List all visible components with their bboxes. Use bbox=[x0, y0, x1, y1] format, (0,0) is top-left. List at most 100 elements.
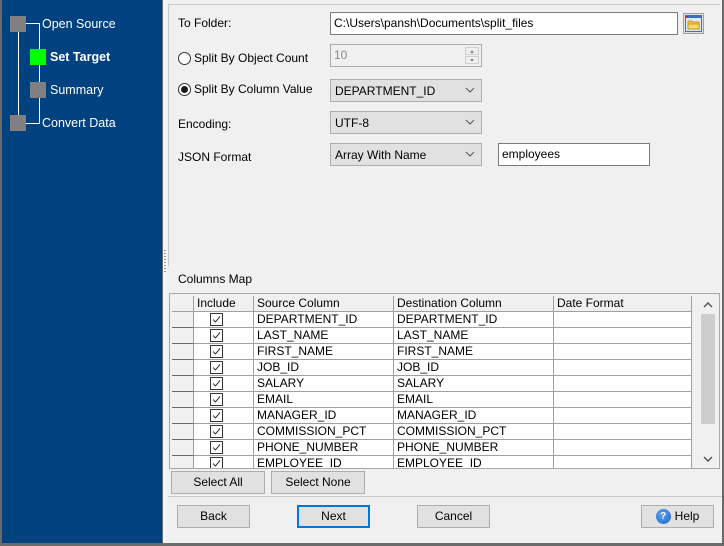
header-date-format[interactable]: Date Format bbox=[554, 296, 692, 312]
source-cell[interactable]: SALARY bbox=[254, 376, 394, 392]
date-format-cell[interactable] bbox=[554, 440, 692, 456]
include-checkbox[interactable] bbox=[210, 345, 223, 358]
destination-cell[interactable]: PHONE_NUMBER bbox=[394, 440, 554, 456]
back-button[interactable]: Back bbox=[177, 505, 250, 528]
table-row[interactable]: PHONE_NUMBER PHONE_NUMBER bbox=[172, 440, 692, 456]
include-cell[interactable] bbox=[194, 360, 254, 376]
source-cell[interactable]: MANAGER_ID bbox=[254, 408, 394, 424]
destination-cell[interactable]: EMPLOYEE_ID bbox=[394, 456, 554, 468]
table-row[interactable]: LAST_NAME LAST_NAME bbox=[172, 328, 692, 344]
include-cell[interactable] bbox=[194, 392, 254, 408]
spin-down-button[interactable] bbox=[465, 56, 479, 64]
row-header-cell[interactable] bbox=[172, 392, 194, 408]
destination-cell[interactable]: DEPARTMENT_ID bbox=[394, 312, 554, 328]
split-by-column-label[interactable]: Split By Column Value bbox=[194, 82, 313, 96]
destination-cell[interactable]: FIRST_NAME bbox=[394, 344, 554, 360]
row-header-cell[interactable] bbox=[172, 360, 194, 376]
date-format-cell[interactable] bbox=[554, 376, 692, 392]
include-checkbox[interactable] bbox=[210, 409, 223, 422]
destination-cell[interactable]: COMMISSION_PCT bbox=[394, 424, 554, 440]
row-header-cell[interactable] bbox=[172, 440, 194, 456]
row-header-cell[interactable] bbox=[172, 408, 194, 424]
split-by-count-label[interactable]: Split By Object Count bbox=[194, 51, 308, 65]
step-label-summary[interactable]: Summary bbox=[50, 83, 103, 97]
include-checkbox[interactable] bbox=[210, 457, 223, 468]
source-cell[interactable]: FIRST_NAME bbox=[254, 344, 394, 360]
help-button[interactable]: ? Help bbox=[641, 505, 714, 528]
scrollbar-thumb[interactable] bbox=[701, 314, 715, 424]
table-row[interactable]: EMAIL EMAIL bbox=[172, 392, 692, 408]
source-cell[interactable]: COMMISSION_PCT bbox=[254, 424, 394, 440]
header-destination-column[interactable]: Destination Column bbox=[394, 296, 554, 312]
split-by-count-radio[interactable] bbox=[178, 52, 191, 65]
table-row[interactable]: JOB_ID JOB_ID bbox=[172, 360, 692, 376]
row-header-cell[interactable] bbox=[172, 456, 194, 468]
include-checkbox[interactable] bbox=[210, 393, 223, 406]
source-cell[interactable]: DEPARTMENT_ID bbox=[254, 312, 394, 328]
destination-cell[interactable]: SALARY bbox=[394, 376, 554, 392]
include-cell[interactable] bbox=[194, 344, 254, 360]
table-row[interactable]: MANAGER_ID MANAGER_ID bbox=[172, 408, 692, 424]
include-checkbox[interactable] bbox=[210, 441, 223, 454]
to-folder-input[interactable]: C:\Users\pansh\Documents\split_files bbox=[330, 12, 678, 35]
include-cell[interactable] bbox=[194, 312, 254, 328]
cancel-button[interactable]: Cancel bbox=[417, 505, 490, 528]
scroll-up-icon[interactable] bbox=[702, 300, 714, 310]
splitter-grip[interactable] bbox=[164, 250, 166, 274]
date-format-cell[interactable] bbox=[554, 392, 692, 408]
next-button[interactable]: Next bbox=[297, 505, 370, 528]
encoding-select[interactable]: UTF-8 bbox=[330, 111, 482, 134]
json-name-input[interactable]: employees bbox=[498, 143, 650, 166]
date-format-cell[interactable] bbox=[554, 424, 692, 440]
split-column-select[interactable]: DEPARTMENT_ID bbox=[330, 79, 482, 102]
include-checkbox[interactable] bbox=[210, 377, 223, 390]
select-none-button[interactable]: Select None bbox=[271, 471, 365, 494]
row-header-cell[interactable] bbox=[172, 376, 194, 392]
source-cell[interactable]: LAST_NAME bbox=[254, 328, 394, 344]
destination-cell[interactable]: JOB_ID bbox=[394, 360, 554, 376]
row-header-cell[interactable] bbox=[172, 344, 194, 360]
include-cell[interactable] bbox=[194, 376, 254, 392]
json-format-select[interactable]: Array With Name bbox=[330, 143, 482, 166]
include-cell[interactable] bbox=[194, 408, 254, 424]
date-format-cell[interactable] bbox=[554, 344, 692, 360]
include-checkbox[interactable] bbox=[210, 313, 223, 326]
row-header-cell[interactable] bbox=[172, 424, 194, 440]
include-cell[interactable] bbox=[194, 440, 254, 456]
source-cell[interactable]: EMPLOYEE_ID bbox=[254, 456, 394, 468]
row-header-cell[interactable] bbox=[172, 312, 194, 328]
grid-vertical-scrollbar[interactable] bbox=[698, 296, 718, 468]
browse-folder-button[interactable] bbox=[683, 13, 704, 34]
select-all-button[interactable]: Select All bbox=[171, 471, 265, 494]
destination-cell[interactable]: LAST_NAME bbox=[394, 328, 554, 344]
step-label-convert-data[interactable]: Convert Data bbox=[42, 116, 116, 130]
step-label-set-target[interactable]: Set Target bbox=[50, 50, 110, 64]
date-format-cell[interactable] bbox=[554, 360, 692, 376]
spin-up-button[interactable] bbox=[465, 47, 479, 55]
include-checkbox[interactable] bbox=[210, 361, 223, 374]
source-cell[interactable]: PHONE_NUMBER bbox=[254, 440, 394, 456]
source-cell[interactable]: JOB_ID bbox=[254, 360, 394, 376]
date-format-cell[interactable] bbox=[554, 312, 692, 328]
scroll-down-icon[interactable] bbox=[702, 454, 714, 464]
step-label-open-source[interactable]: Open Source bbox=[42, 17, 116, 31]
table-row[interactable]: SALARY SALARY bbox=[172, 376, 692, 392]
include-cell[interactable] bbox=[194, 328, 254, 344]
table-row[interactable]: EMPLOYEE_ID EMPLOYEE_ID bbox=[172, 456, 692, 468]
table-row[interactable]: COMMISSION_PCT COMMISSION_PCT bbox=[172, 424, 692, 440]
include-cell[interactable] bbox=[194, 456, 254, 468]
split-by-column-radio[interactable] bbox=[178, 83, 191, 96]
include-cell[interactable] bbox=[194, 424, 254, 440]
include-checkbox[interactable] bbox=[210, 425, 223, 438]
include-checkbox[interactable] bbox=[210, 329, 223, 342]
header-source-column[interactable]: Source Column bbox=[254, 296, 394, 312]
destination-cell[interactable]: EMAIL bbox=[394, 392, 554, 408]
table-row[interactable]: FIRST_NAME FIRST_NAME bbox=[172, 344, 692, 360]
header-include[interactable]: Include bbox=[194, 296, 254, 312]
destination-cell[interactable]: MANAGER_ID bbox=[394, 408, 554, 424]
date-format-cell[interactable] bbox=[554, 328, 692, 344]
object-count-spinner[interactable] bbox=[465, 47, 479, 64]
source-cell[interactable]: EMAIL bbox=[254, 392, 394, 408]
row-header-cell[interactable] bbox=[172, 328, 194, 344]
object-count-input[interactable]: 10 bbox=[330, 44, 482, 67]
